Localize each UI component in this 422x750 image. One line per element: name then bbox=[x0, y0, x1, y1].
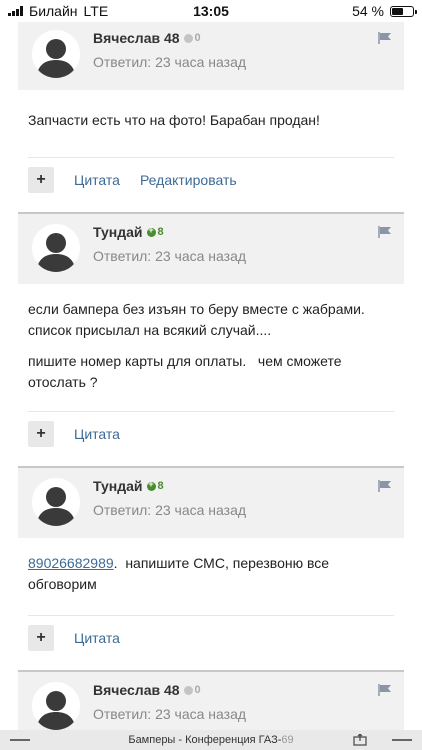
page-title: Бамперы - Конференция ГАЗ-69 bbox=[128, 734, 294, 746]
carrier-name: Билайн bbox=[29, 3, 78, 19]
multiquote-button[interactable]: + bbox=[28, 167, 54, 193]
post-paragraph: Запчасти есть что на фото! Барабан прода… bbox=[28, 112, 320, 128]
avatar-placeholder-icon bbox=[32, 224, 80, 272]
avatar-placeholder-icon bbox=[32, 30, 80, 78]
post: Тундай 8 Ответил: 23 часа назад 89026682… bbox=[0, 466, 422, 660]
status-bar: Билайн LTE 13:05 54 % bbox=[0, 0, 422, 22]
post-body: Запчасти есть что на фото! Барабан прода… bbox=[28, 110, 394, 131]
post-actions: + Цитата bbox=[28, 411, 394, 456]
report-flag-icon[interactable] bbox=[378, 480, 392, 492]
reputation-count: 8 bbox=[157, 480, 164, 492]
signal-icon bbox=[8, 6, 23, 16]
reputation-count: 0 bbox=[194, 684, 201, 696]
report-flag-icon[interactable] bbox=[378, 226, 392, 238]
reputation-neutral-icon bbox=[183, 685, 193, 695]
post-paragraph: 89026682989. напишите СМС, перезвоню все… bbox=[28, 553, 394, 595]
battery-percent: 54 % bbox=[352, 3, 384, 19]
post-meta: Ответил: 23 часа назад bbox=[93, 54, 247, 70]
reputation-neutral-icon bbox=[183, 33, 193, 43]
author-name[interactable]: Вячеслав 48 bbox=[93, 682, 180, 698]
reputation-count: 0 bbox=[194, 32, 201, 44]
avatar[interactable] bbox=[32, 224, 80, 272]
reputation-badge: 0 bbox=[183, 684, 201, 696]
post-header: Вячеслав 48 0 Ответил: 23 часа назад bbox=[18, 22, 404, 90]
post-meta: Ответил: 23 часа назад bbox=[93, 502, 247, 518]
post-meta: Ответил: 23 часа назад bbox=[93, 248, 247, 264]
reputation-badge: 0 bbox=[183, 32, 201, 44]
bottom-title-bar[interactable]: Бамперы - Конференция ГАЗ-69 bbox=[0, 730, 422, 750]
author-name[interactable]: Тундай bbox=[93, 478, 143, 494]
quote-button[interactable]: Цитата bbox=[74, 426, 120, 442]
reputation-positive-icon bbox=[146, 479, 156, 491]
author-name[interactable]: Вячеслав 48 bbox=[93, 30, 180, 46]
reputation-badge: 8 bbox=[146, 479, 164, 492]
post-paragraph: пишите номер карты для оплаты. чем сможе… bbox=[28, 353, 346, 390]
post: Тундай 8 Ответил: 23 часа назад если бам… bbox=[0, 212, 422, 456]
status-right: 54 % bbox=[352, 3, 417, 19]
post-paragraph: если бампера без изъян то беру вместе с … bbox=[28, 301, 365, 338]
post-body: 89026682989. напишите СМС, перезвоню все… bbox=[28, 553, 394, 595]
post-meta: Ответил: 23 часа назад bbox=[93, 706, 247, 722]
edit-button[interactable]: Редактировать bbox=[140, 172, 237, 188]
avatar[interactable] bbox=[32, 30, 80, 78]
report-flag-icon[interactable] bbox=[378, 684, 392, 696]
battery-icon bbox=[390, 5, 417, 17]
avatar-placeholder-icon bbox=[32, 478, 80, 526]
post-list: Вячеслав 48 0 Ответил: 23 часа назад Зап… bbox=[0, 22, 422, 730]
post: Вячеслав 48 0 Ответил: 23 часа назад Зап… bbox=[0, 22, 422, 202]
status-left: Билайн LTE bbox=[8, 3, 108, 19]
post-actions: + Цитата bbox=[28, 615, 394, 660]
handle-left-icon bbox=[10, 739, 30, 741]
reputation-count: 8 bbox=[157, 226, 164, 238]
post-actions: + Цитата Редактировать bbox=[28, 157, 394, 202]
post-header: Тундай 8 Ответил: 23 часа назад bbox=[18, 212, 404, 284]
avatar-placeholder-icon bbox=[32, 682, 80, 730]
author-name[interactable]: Тундай bbox=[93, 224, 143, 240]
network-type: LTE bbox=[83, 3, 109, 19]
multiquote-button[interactable]: + bbox=[28, 421, 54, 447]
post-body: если бампера без изъян то беру вместе с … bbox=[28, 299, 394, 393]
phone-link[interactable]: 89026682989 bbox=[28, 555, 114, 571]
post-author[interactable]: Тундай 8 bbox=[93, 478, 164, 494]
avatar[interactable] bbox=[32, 682, 80, 730]
post: Вячеслав 48 0 Ответил: 23 часа назад bbox=[0, 670, 422, 730]
avatar[interactable] bbox=[32, 478, 80, 526]
quote-button[interactable]: Цитата bbox=[74, 172, 120, 188]
post-author[interactable]: Вячеслав 48 0 bbox=[93, 30, 201, 46]
post-author[interactable]: Вячеслав 48 0 bbox=[93, 682, 201, 698]
share-icon[interactable] bbox=[353, 734, 367, 746]
handle-right-icon bbox=[392, 739, 412, 741]
reputation-badge: 8 bbox=[146, 225, 164, 238]
post-header: Тундай 8 Ответил: 23 часа назад bbox=[18, 466, 404, 538]
post-author[interactable]: Тундай 8 bbox=[93, 224, 164, 240]
quote-button[interactable]: Цитата bbox=[74, 630, 120, 646]
post-header: Вячеслав 48 0 Ответил: 23 часа назад bbox=[18, 670, 404, 730]
reputation-positive-icon bbox=[146, 225, 156, 237]
multiquote-button[interactable]: + bbox=[28, 625, 54, 651]
report-flag-icon[interactable] bbox=[378, 32, 392, 44]
